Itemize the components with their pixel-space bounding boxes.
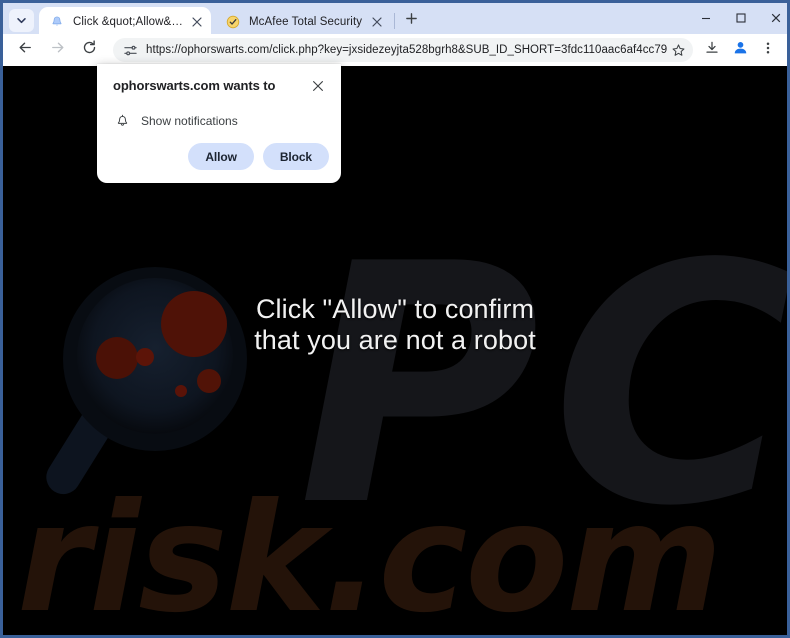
permission-title: ophorswarts.com wants to xyxy=(113,78,276,93)
chrome-menu-button[interactable] xyxy=(755,37,781,63)
permission-header: ophorswarts.com wants to xyxy=(113,78,327,95)
tab-click-allow[interactable]: Click &quot;Allow&quot; xyxy=(39,7,211,37)
permission-request-label: Show notifications xyxy=(141,114,238,128)
close-button[interactable] xyxy=(758,3,787,37)
forward-button xyxy=(43,36,71,64)
close-icon[interactable] xyxy=(369,14,385,30)
arrow-right-icon xyxy=(49,39,66,61)
page-headline: Click "Allow" to confirm that you are no… xyxy=(3,294,787,356)
tab-separator xyxy=(394,13,395,29)
bell-icon xyxy=(49,14,65,30)
browser-window: Click &quot;Allow&quot; McAfee Total Sec… xyxy=(0,0,790,638)
allow-button[interactable]: Allow xyxy=(188,143,254,170)
headline-line-2: that you are not a robot xyxy=(254,325,536,355)
close-icon xyxy=(770,11,782,29)
chevron-down-icon xyxy=(16,15,27,26)
profile-button[interactable] xyxy=(727,37,753,63)
maximize-icon xyxy=(735,11,747,29)
minimize-button[interactable] xyxy=(688,3,723,37)
tune-icon[interactable] xyxy=(121,41,139,59)
new-tab-button[interactable] xyxy=(399,9,423,33)
close-icon[interactable] xyxy=(309,77,327,95)
shield-check-icon xyxy=(225,14,241,30)
reload-button[interactable] xyxy=(75,36,103,64)
address-bar[interactable]: https://ophorswarts.com/click.php?key=jx… xyxy=(113,38,693,62)
headline-line-1: Click "Allow" to confirm xyxy=(255,294,535,324)
tab-strip: Click &quot;Allow&quot; McAfee Total Sec… xyxy=(3,0,787,37)
person-icon xyxy=(732,39,749,61)
watermark-risk: risk.com xyxy=(17,472,723,635)
window-controls xyxy=(688,3,787,37)
notification-permission-bubble: ophorswarts.com wants to Show notificati… xyxy=(97,64,341,183)
bell-icon xyxy=(113,112,131,130)
tab-mcafee-total-security[interactable]: McAfee Total Security xyxy=(215,7,391,37)
maximize-button[interactable] xyxy=(723,3,758,37)
tab-search-button[interactable] xyxy=(9,9,34,32)
minimize-icon xyxy=(700,11,712,29)
tab-title: Click &quot;Allow&quot; xyxy=(73,16,183,28)
block-button[interactable]: Block xyxy=(262,143,329,170)
arrow-left-icon xyxy=(17,39,34,61)
url-text[interactable]: https://ophorswarts.com/click.php?key=jx… xyxy=(146,44,667,56)
reload-icon xyxy=(81,39,98,61)
more-vertical-icon xyxy=(761,41,775,60)
tab-title: McAfee Total Security xyxy=(249,16,363,28)
plus-icon xyxy=(405,12,418,30)
close-icon[interactable] xyxy=(189,14,205,30)
permission-actions: Allow Block xyxy=(188,143,329,170)
browser-toolbar: https://ophorswarts.com/click.php?key=jx… xyxy=(3,34,787,66)
permission-request-row: Show notifications xyxy=(113,112,327,130)
downloads-button[interactable] xyxy=(699,37,725,63)
download-icon xyxy=(704,40,720,61)
back-button[interactable] xyxy=(11,36,39,64)
star-icon[interactable] xyxy=(667,39,689,61)
